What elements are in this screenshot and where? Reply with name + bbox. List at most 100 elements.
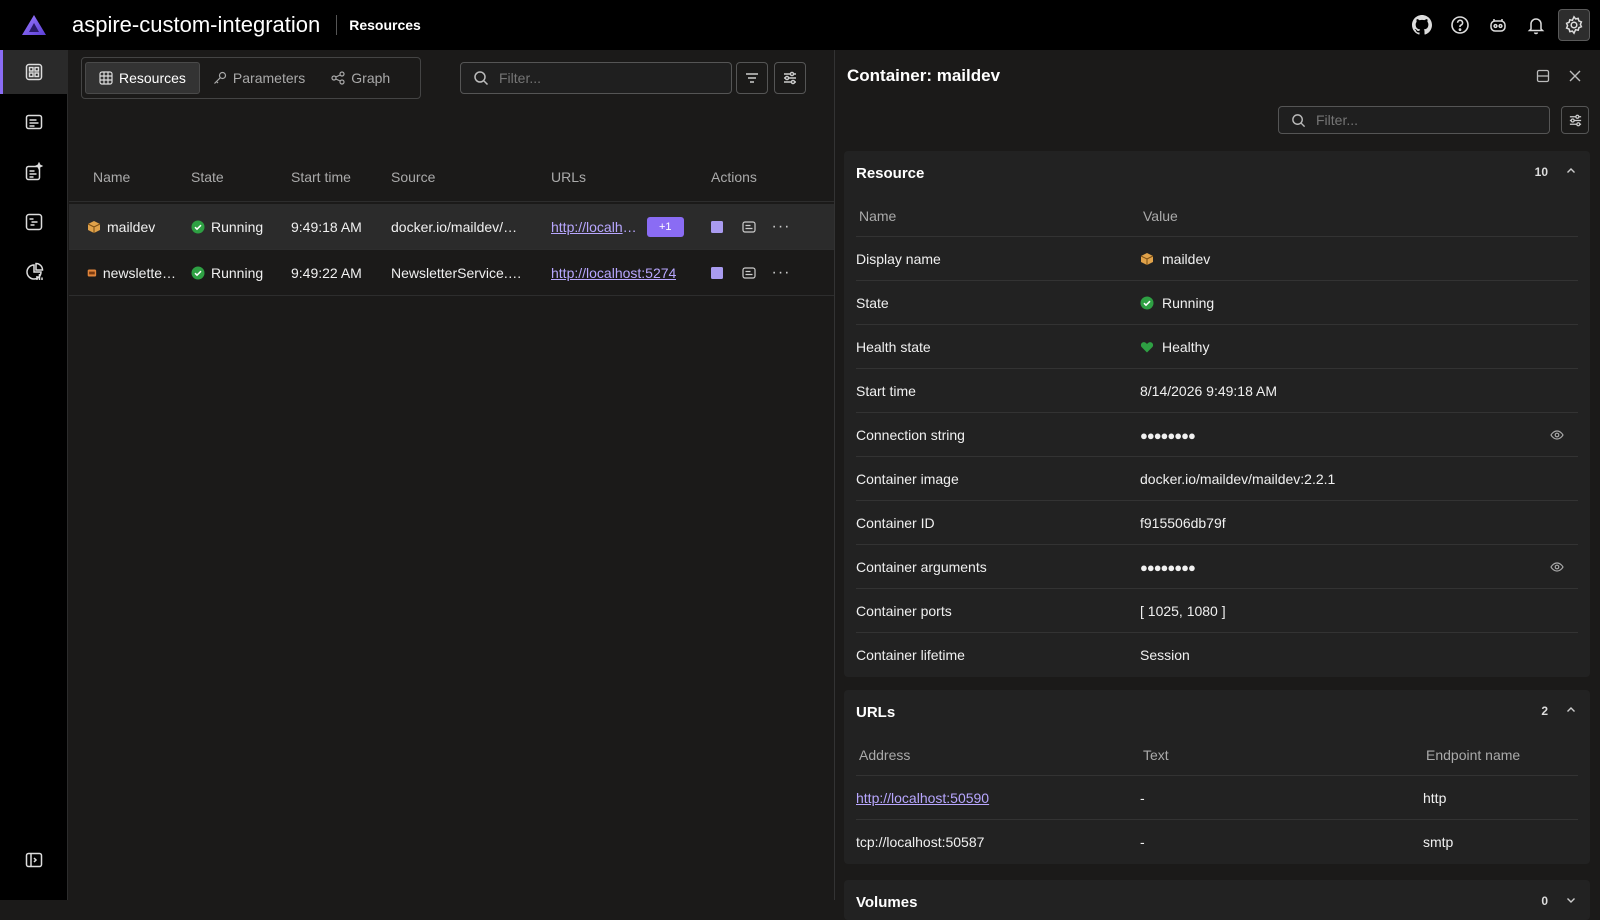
- details-filter-input[interactable]: [1316, 112, 1516, 128]
- key-icon: [213, 71, 227, 84]
- chevron-up-icon[interactable]: [1564, 703, 1578, 717]
- urls-count: 2: [1541, 704, 1548, 718]
- show-value-eye-icon[interactable]: [1550, 428, 1564, 442]
- urls-section-header[interactable]: URLs 2: [844, 690, 1590, 734]
- row-actions: ···: [707, 250, 827, 296]
- urls-section: URLs 2 Address Text Endpoint name http:/…: [844, 690, 1590, 864]
- row-state: Running: [211, 219, 264, 235]
- prop-health-state: Health state Healthy: [856, 325, 1578, 369]
- tab-resources-label: Resources: [119, 70, 186, 86]
- tab-parameters-label: Parameters: [232, 70, 306, 86]
- resource-count: 10: [1534, 165, 1548, 179]
- copilot-icon[interactable]: [1482, 9, 1514, 41]
- running-check-icon: [1140, 296, 1154, 310]
- row-state-cell: Running: [191, 204, 269, 250]
- aspire-logo-icon[interactable]: [0, 0, 68, 50]
- app-header: aspire-custom-integration Resources: [0, 0, 1600, 50]
- col-start-time[interactable]: Start time: [291, 169, 351, 185]
- col-name[interactable]: Name: [859, 208, 896, 224]
- console-logs-button[interactable]: [739, 263, 759, 283]
- stop-button[interactable]: [707, 263, 727, 283]
- column-settings-button[interactable]: [774, 62, 806, 94]
- left-navigation: [0, 50, 68, 900]
- sliders-icon: [784, 71, 796, 85]
- resource-table-header: Name Value: [856, 195, 1578, 237]
- resources-panel: Resources Parameters Graph Name State St…: [69, 50, 834, 900]
- row-name: newsletterservice: [102, 265, 179, 281]
- close-icon[interactable]: [1567, 68, 1583, 84]
- resource-filter-input[interactable]: [499, 70, 699, 86]
- table-row[interactable]: newsletterservice Running 9:49:22 AM New…: [69, 250, 834, 296]
- prop-container-arguments: Container arguments ●●●●●●●●: [856, 545, 1578, 589]
- row-state: Running: [211, 265, 264, 281]
- notifications-bell-icon[interactable]: [1520, 9, 1552, 41]
- toggle-orientation-icon[interactable]: [1535, 68, 1551, 84]
- volumes-section: Volumes 0: [844, 880, 1590, 920]
- container-box-icon: [87, 221, 101, 233]
- url-row: tcp://localhost:50587 - smtp: [856, 834, 1454, 850]
- help-icon[interactable]: [1444, 9, 1476, 41]
- graph-share-icon: [331, 71, 345, 85]
- row-url-link[interactable]: http://localhost:50590: [551, 204, 641, 250]
- nav-structured-logs-icon[interactable]: [0, 150, 68, 194]
- show-value-eye-icon[interactable]: [1550, 560, 1564, 574]
- resource-filter: [460, 62, 732, 94]
- row-urls-cell: http://localhost:50590 +1: [551, 204, 701, 250]
- col-urls[interactable]: URLs: [551, 169, 586, 185]
- tab-resources[interactable]: Resources: [85, 62, 200, 94]
- prop-container-ports: Container ports [ 1025, 1080 ]: [856, 589, 1578, 633]
- details-panel: Container: maildev Resource 10 Name Valu…: [834, 50, 1600, 920]
- prop-container-lifetime: Container lifetime Session: [856, 647, 1190, 663]
- settings-gear-icon[interactable]: [1558, 9, 1590, 41]
- stop-button[interactable]: [707, 217, 727, 237]
- tab-parameters[interactable]: Parameters: [200, 62, 318, 94]
- more-urls-badge[interactable]: +1: [647, 217, 684, 237]
- console-icon: [742, 267, 756, 279]
- prop-state: State Running: [856, 281, 1578, 325]
- col-name[interactable]: Name: [93, 169, 130, 185]
- resource-section-header[interactable]: Resource 10: [844, 151, 1590, 195]
- prop-connection-string: Connection string ●●●●●●●●: [856, 413, 1578, 457]
- volumes-section-header[interactable]: Volumes 0: [844, 880, 1590, 920]
- col-actions: Actions: [711, 168, 757, 185]
- url-address-link[interactable]: http://localhost:50590: [856, 790, 989, 806]
- chevron-up-icon[interactable]: [1564, 164, 1578, 178]
- running-check-icon: [191, 220, 205, 234]
- filter-funnel-button[interactable]: [736, 62, 768, 94]
- app-title[interactable]: aspire-custom-integration: [72, 12, 320, 38]
- collapse-sidebar-icon[interactable]: [0, 838, 68, 882]
- console-logs-button[interactable]: [739, 217, 759, 237]
- github-icon[interactable]: [1406, 9, 1438, 41]
- details-title: Container: maildev: [847, 66, 1001, 85]
- tab-graph[interactable]: Graph: [318, 62, 403, 94]
- col-endpoint-name[interactable]: Endpoint name: [1426, 747, 1520, 763]
- url-row: http://localhost:50590 - http: [856, 776, 1578, 820]
- row-name-cell: maildev: [87, 204, 179, 250]
- row-url-link[interactable]: http://localhost:5274: [551, 250, 676, 296]
- details-settings-button[interactable]: [1561, 106, 1589, 134]
- col-text[interactable]: Text: [1143, 747, 1169, 763]
- grid-header: Name State Start time Source URLs Action…: [69, 152, 834, 202]
- table-row[interactable]: maildev Running 9:49:18 AM docker.io/mai…: [69, 204, 834, 250]
- volumes-count: 0: [1541, 894, 1548, 908]
- console-icon: [742, 221, 756, 233]
- nav-resources-icon[interactable]: [0, 50, 68, 94]
- col-address[interactable]: Address: [859, 747, 910, 763]
- col-state[interactable]: State: [191, 169, 224, 185]
- row-state-cell: Running: [191, 250, 269, 296]
- view-tabs: Resources Parameters Graph: [81, 57, 421, 99]
- nav-console-logs-icon[interactable]: [0, 100, 68, 144]
- chevron-down-icon[interactable]: [1564, 893, 1578, 907]
- nav-traces-icon[interactable]: [0, 200, 68, 244]
- col-value[interactable]: Value: [1143, 208, 1178, 224]
- prop-display-name: Display name maildev: [856, 237, 1578, 281]
- more-actions-button[interactable]: ···: [771, 217, 791, 237]
- project-icon: [87, 269, 97, 277]
- filter-lines-icon: [746, 73, 758, 83]
- search-icon: [474, 71, 489, 86]
- col-source[interactable]: Source: [391, 169, 435, 185]
- nav-metrics-icon[interactable]: [0, 250, 68, 294]
- urls-table-header: Address Text Endpoint name: [856, 734, 1578, 776]
- more-actions-button[interactable]: ···: [771, 263, 791, 283]
- prop-container-image: Container image docker.io/maildev/mailde…: [856, 457, 1578, 501]
